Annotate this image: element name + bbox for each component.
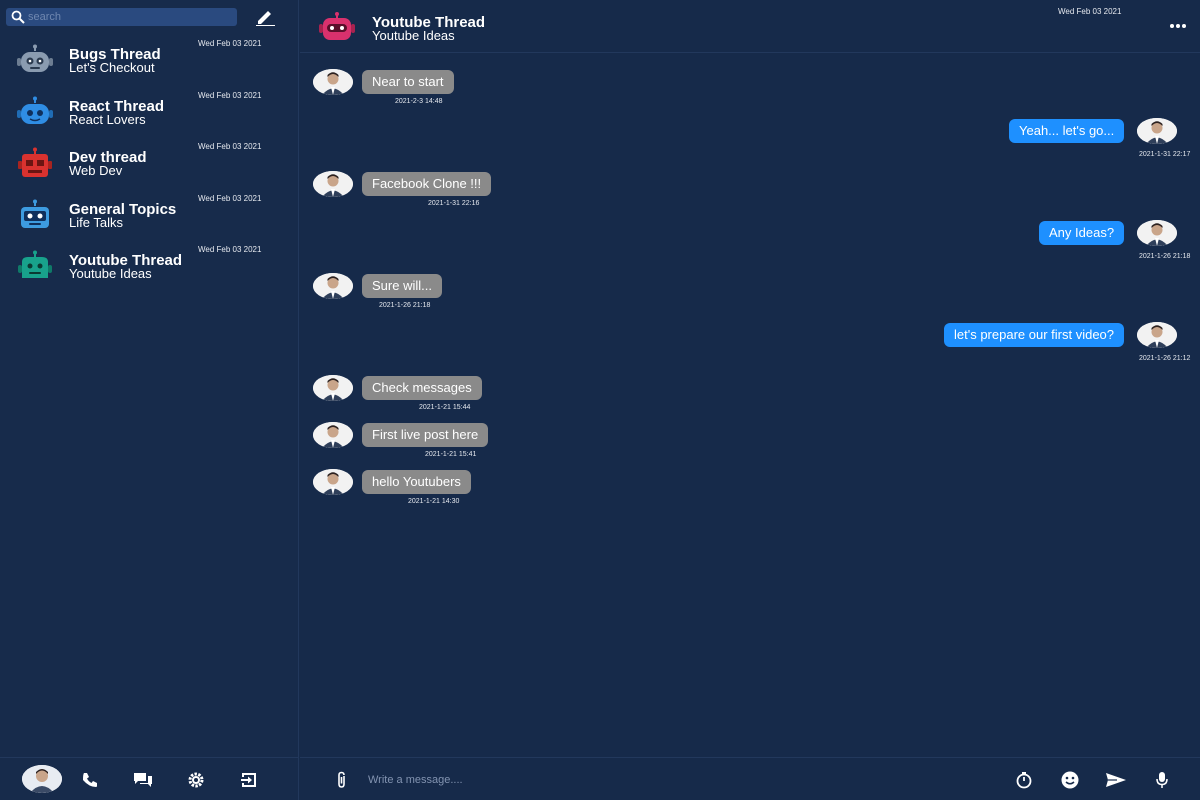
thread-item-bugs[interactable]: Bugs Thread Let's Checkout Wed Feb 03 20…	[0, 36, 298, 88]
message-list: Near to start 2021-2-3 14:48 Yeah... let's…	[300, 54, 1200, 756]
incoming-message-bubble[interactable]: First live post here	[362, 423, 489, 447]
message-timestamp: 2021-1-31 22:16	[428, 200, 480, 207]
emoji-icon[interactable]	[1059, 770, 1081, 790]
avatar[interactable]	[313, 69, 353, 95]
avatar[interactable]	[313, 422, 353, 448]
incoming-message-bubble[interactable]: Sure will...	[362, 274, 442, 298]
message-timestamp: 2021-2-3 14:48	[395, 98, 443, 105]
chat-panel: Youtube Thread Youtube Ideas Wed Feb 03 …	[300, 0, 1200, 800]
thread-subtitle: Youtube Ideas	[69, 266, 152, 281]
page-subtitle: Youtube Ideas	[372, 28, 455, 43]
send-icon[interactable]	[1105, 770, 1127, 790]
avatar[interactable]	[313, 469, 353, 495]
robot-gray-icon	[17, 44, 53, 72]
incoming-message-bubble[interactable]: Check messages	[362, 376, 482, 400]
avatar[interactable]	[313, 171, 353, 197]
message-timestamp: 2021-1-21 15:44	[419, 404, 471, 411]
outgoing-message-bubble[interactable]: Any Ideas?	[1039, 221, 1125, 245]
avatar[interactable]	[1137, 322, 1177, 348]
thread-date: Wed Feb 03 2021	[198, 39, 262, 48]
message-timestamp: 2021-1-26 21:18	[379, 302, 431, 309]
search-box[interactable]	[6, 8, 237, 26]
sidebar-footer	[0, 757, 298, 800]
more-icon	[1170, 24, 1186, 28]
avatar[interactable]	[313, 273, 353, 299]
robot-lightblue-icon	[21, 199, 49, 228]
avatar[interactable]	[313, 375, 353, 401]
timer-icon[interactable]	[1013, 770, 1035, 790]
robot-red-icon	[18, 147, 52, 177]
chat-icon[interactable]	[133, 771, 153, 789]
microphone-icon[interactable]	[1151, 770, 1173, 790]
search-input[interactable]	[28, 11, 218, 23]
message-row: Any Ideas? 2021-1-26 21:18	[300, 220, 1200, 261]
thread-subtitle: Let's Checkout	[69, 60, 155, 75]
message-row: Facebook Clone !!! 2021-1-31 22:16	[300, 170, 1200, 210]
thread-subtitle: Web Dev	[69, 163, 123, 178]
outgoing-message-bubble[interactable]: let's prepare our first video?	[944, 323, 1125, 347]
thread-date: Wed Feb 03 2021	[198, 142, 262, 151]
message-row: First live post here 2021-1-21 15:41	[300, 421, 1200, 461]
message-timestamp: 2021-1-26 21:18	[1139, 253, 1191, 260]
outgoing-message-bubble[interactable]: Yeah... let's go...	[1009, 119, 1125, 143]
pencil-icon	[256, 11, 275, 26]
thread-item-dev[interactable]: Dev thread Web Dev Wed Feb 03 2021	[0, 139, 298, 191]
message-timestamp: 2021-1-26 21:12	[1139, 355, 1191, 362]
thread-item-general[interactable]: General Topics Life Talks Wed Feb 03 202…	[0, 191, 298, 243]
more-options-button[interactable]	[1166, 18, 1190, 34]
message-timestamp: 2021-1-21 14:30	[408, 498, 460, 505]
thread-list: Bugs Thread Let's Checkout Wed Feb 03 20…	[0, 36, 298, 294]
paperclip-icon[interactable]	[332, 771, 352, 789]
message-row: hello Youtubers 2021-1-21 14:30	[300, 468, 1200, 508]
thread-date: Wed Feb 03 2021	[198, 245, 262, 254]
thread-subtitle: Life Talks	[69, 214, 123, 230]
phone-icon[interactable]	[80, 771, 100, 789]
thread-subtitle: React Lovers	[69, 111, 146, 127]
sidebar: Bugs Thread Let's Checkout Wed Feb 03 20…	[0, 0, 299, 800]
avatar[interactable]	[1137, 118, 1177, 144]
incoming-message-bubble[interactable]: hello Youtubers	[362, 470, 471, 494]
avatar[interactable]	[1137, 220, 1177, 246]
message-timestamp: 2021-1-31 22:17	[1139, 151, 1191, 158]
robot-teal-icon	[18, 250, 52, 278]
gear-icon[interactable]	[186, 771, 206, 789]
message-row: Near to start 2021-2-3 14:48	[300, 68, 1200, 108]
message-row: Yeah... let's go... 2021-1-31 22:17	[300, 118, 1200, 159]
compose-button[interactable]	[252, 6, 278, 28]
incoming-message-bubble[interactable]: Facebook Clone !!!	[362, 172, 492, 196]
robot-pink-icon	[319, 12, 355, 40]
message-composer	[300, 757, 1200, 800]
header-date: Wed Feb 03 2021	[1058, 7, 1122, 16]
thread-date: Wed Feb 03 2021	[198, 90, 262, 100]
avatar[interactable]	[22, 765, 62, 793]
thread-item-youtube[interactable]: Youtube Thread Youtube Ideas Wed Feb 03 …	[0, 242, 298, 294]
thread-date: Wed Feb 03 2021	[198, 193, 262, 203]
thread-item-react[interactable]: React Thread React Lovers Wed Feb 03 202…	[0, 88, 298, 140]
incoming-message-bubble[interactable]: Near to start	[362, 70, 454, 94]
search-icon	[11, 10, 25, 24]
message-timestamp: 2021-1-21 15:41	[425, 451, 477, 458]
message-row: Check messages 2021-1-21 15:44	[300, 374, 1200, 414]
exit-icon[interactable]	[239, 771, 259, 789]
message-row: let's prepare our first video? 2021-1-26 …	[300, 322, 1200, 363]
robot-blue-icon	[17, 96, 53, 124]
chat-header: Youtube Thread Youtube Ideas Wed Feb 03 …	[300, 0, 1200, 53]
message-input[interactable]	[368, 770, 968, 790]
message-row: Sure will... 2021-1-26 21:18	[300, 272, 1200, 312]
